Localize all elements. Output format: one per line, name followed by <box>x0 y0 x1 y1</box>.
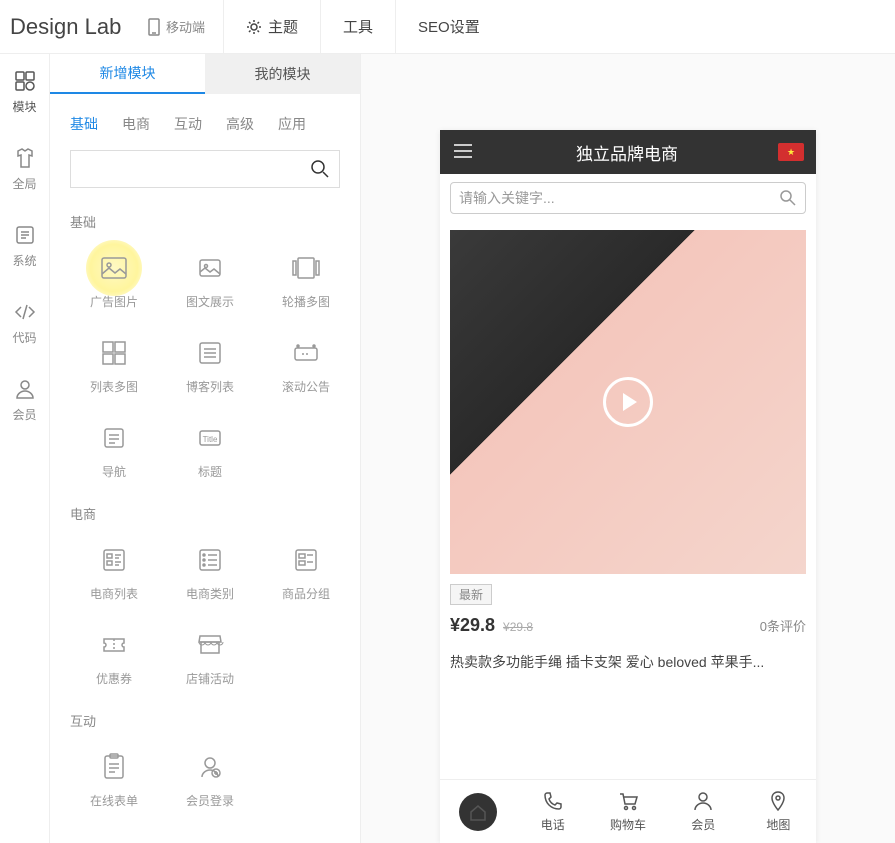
shirt-icon <box>14 147 36 169</box>
search-icon <box>779 189 797 207</box>
svg-text:Title: Title <box>203 435 218 444</box>
subtab-ecom[interactable]: 电商 <box>122 114 150 134</box>
phone-frame: 独立品牌电商 ★ 请输入关键字... 最新 ¥29.8 ¥29.8 0条评价 热… <box>440 130 816 843</box>
group-icon <box>292 546 320 574</box>
subtab-basic[interactable]: 基础 <box>70 114 98 134</box>
phone-title: 独立品牌电商 <box>476 140 778 165</box>
login-icon <box>196 753 224 781</box>
flag-icon[interactable]: ★ <box>778 143 804 161</box>
left-rail: 模块 全局 系统 代码 会员 <box>0 54 50 843</box>
image-icon <box>100 254 128 282</box>
search-icon[interactable] <box>301 159 339 179</box>
coupon-icon <box>100 631 128 659</box>
product-image[interactable] <box>450 230 806 574</box>
phone-icon <box>542 790 564 812</box>
nav-member[interactable]: 会员 <box>666 780 741 843</box>
reviews: 0条评价 <box>760 616 806 635</box>
code-icon <box>14 301 36 323</box>
module-panel: 新增模块 我的模块 基础 电商 互动 高级 应用 基础 广告图片 图文展示 轮播… <box>50 54 361 843</box>
gear-icon <box>246 19 262 35</box>
image-text-icon <box>196 254 224 282</box>
logo: Design Lab <box>0 0 130 54</box>
nav-cart[interactable]: 购物车 <box>590 780 665 843</box>
mod-online-form[interactable]: 在线表单 <box>70 742 158 819</box>
cart-icon <box>617 790 639 812</box>
subtab-interact[interactable]: 互动 <box>174 114 202 134</box>
ecom-list-icon <box>100 546 128 574</box>
system-icon <box>14 224 36 246</box>
nav-icon <box>100 424 128 452</box>
phone-search-row: 请输入关键字... <box>440 174 816 222</box>
home-icon <box>459 793 497 831</box>
rail-code[interactable]: 代码 <box>0 285 49 362</box>
rail-modules[interactable]: 模块 <box>0 54 49 131</box>
device-selector[interactable]: 移动端 <box>130 0 223 54</box>
nav-phone[interactable]: 电话 <box>515 780 590 843</box>
mod-ad-image[interactable]: 广告图片 <box>70 243 158 320</box>
subtab-row: 基础 电商 互动 高级 应用 <box>50 94 360 144</box>
rail-system[interactable]: 系统 <box>0 208 49 285</box>
shop-icon <box>196 631 224 659</box>
section-basic: 基础 <box>70 212 350 231</box>
mod-image-text[interactable]: 图文展示 <box>166 243 254 320</box>
list-icon <box>196 339 224 367</box>
mod-blog-list[interactable]: 博客列表 <box>166 328 254 405</box>
search-input[interactable] <box>71 161 301 177</box>
subtab-app[interactable]: 应用 <box>278 114 306 134</box>
tools-link[interactable]: 工具 <box>320 0 395 54</box>
search-placeholder: 请输入关键字... <box>459 188 779 208</box>
tab-my-module[interactable]: 我的模块 <box>205 54 360 94</box>
modules-icon <box>14 70 36 92</box>
user-icon <box>14 378 36 400</box>
phone-header: 独立品牌电商 ★ <box>440 130 816 174</box>
product-title: 热卖款多功能手绳 插卡支架 爱心 beloved 苹果手... <box>450 652 806 672</box>
rail-global[interactable]: 全局 <box>0 131 49 208</box>
form-icon <box>100 753 128 781</box>
mod-product-group[interactable]: 商品分组 <box>262 535 350 612</box>
mod-ecom-list[interactable]: 电商列表 <box>70 535 158 612</box>
mod-scroll-notice[interactable]: 滚动公告 <box>262 328 350 405</box>
mod-shop-activity[interactable]: 店铺活动 <box>166 620 254 697</box>
section-ecom: 电商 <box>70 504 350 523</box>
preview-area: 独立品牌电商 ★ 请输入关键字... 最新 ¥29.8 ¥29.8 0条评价 热… <box>361 54 895 843</box>
mod-nav[interactable]: 导航 <box>70 413 158 490</box>
phone-nav: 电话 购物车 会员 地图 <box>440 779 816 843</box>
nav-home[interactable] <box>440 780 515 843</box>
mod-title[interactable]: Title 标题 <box>166 413 254 490</box>
subtab-advanced[interactable]: 高级 <box>226 114 254 134</box>
category-icon <box>196 546 224 574</box>
panel-tabs: 新增模块 我的模块 <box>50 54 360 94</box>
badge: 最新 <box>450 584 492 605</box>
mod-coupon[interactable]: 优惠券 <box>70 620 158 697</box>
mod-ecom-cat[interactable]: 电商类别 <box>166 535 254 612</box>
section-interact: 互动 <box>70 711 350 730</box>
play-icon[interactable] <box>603 377 653 427</box>
price-row: ¥29.8 ¥29.8 0条评价 <box>450 615 806 636</box>
member-icon <box>692 790 714 812</box>
product-card[interactable]: 最新 ¥29.8 ¥29.8 0条评价 热卖款多功能手绳 插卡支架 爱心 bel… <box>440 222 816 680</box>
map-icon <box>767 790 789 812</box>
seo-link[interactable]: SEO设置 <box>395 0 502 54</box>
list-image-icon <box>100 339 128 367</box>
price-old: ¥29.8 <box>503 620 533 634</box>
tab-new-module[interactable]: 新增模块 <box>50 54 205 94</box>
mod-list-image[interactable]: 列表多图 <box>70 328 158 405</box>
nav-map[interactable]: 地图 <box>741 780 816 843</box>
phone-search[interactable]: 请输入关键字... <box>450 182 806 214</box>
rail-member[interactable]: 会员 <box>0 362 49 439</box>
mod-member-login[interactable]: 会员登录 <box>166 742 254 819</box>
device-label: 移动端 <box>166 17 205 36</box>
mod-carousel[interactable]: 轮播多图 <box>262 243 350 320</box>
theme-link[interactable]: 主题 <box>223 0 320 54</box>
menu-icon[interactable] <box>452 142 476 163</box>
module-scroll[interactable]: 基础 广告图片 图文展示 轮播多图 列表多图 博客列表 <box>50 198 360 843</box>
mobile-icon <box>148 18 160 36</box>
top-bar: Design Lab 移动端 主题 工具 SEO设置 <box>0 0 895 54</box>
price: ¥29.8 <box>450 615 495 636</box>
title-icon: Title <box>196 424 224 452</box>
carousel-icon <box>292 254 320 282</box>
module-search[interactable] <box>70 150 340 188</box>
notice-icon <box>292 339 320 367</box>
